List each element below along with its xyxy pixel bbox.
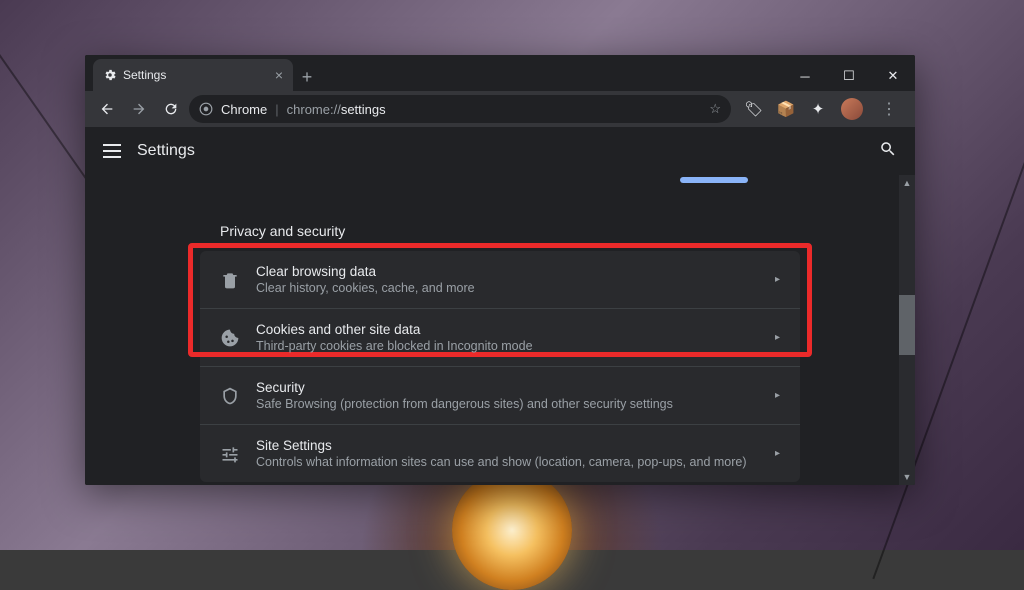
partial-button-fragment [680, 177, 748, 183]
reload-button[interactable] [157, 95, 185, 123]
omnibox[interactable]: Chrome | chrome://settings ☆ [189, 95, 731, 123]
row-title: Site Settings [256, 438, 759, 453]
section-title: Privacy and security [200, 213, 800, 251]
extension-box-icon[interactable]: 📦 [777, 100, 795, 118]
scroll-down-icon[interactable]: ▼ [899, 469, 915, 485]
window-minimize-button[interactable]: ─ [783, 61, 827, 91]
forward-button[interactable] [125, 95, 153, 123]
gear-icon [103, 68, 117, 82]
window-maximize-button[interactable]: ☐ [827, 61, 871, 91]
hamburger-menu-button[interactable] [103, 144, 121, 158]
row-clear-browsing-data[interactable]: Clear browsing data Clear history, cooki… [200, 251, 800, 308]
titlebar: Settings × + ─ ☐ ✕ [85, 55, 915, 91]
chevron-right-icon: ▸ [775, 274, 780, 285]
shield-icon [220, 386, 240, 406]
row-title: Clear browsing data [256, 264, 759, 279]
extension-tag-icon[interactable]: 🏷 [745, 100, 763, 118]
new-tab-button[interactable]: + [293, 63, 321, 91]
omnibox-prefix: chrome:// [287, 102, 341, 117]
chevron-right-icon: ▸ [775, 390, 780, 401]
row-desc: Third-party cookies are blocked in Incog… [256, 339, 759, 353]
trash-icon [220, 270, 240, 290]
settings-content: Privacy and security Clear browsing data… [85, 175, 915, 485]
row-desc: Safe Browsing (protection from dangerous… [256, 397, 759, 411]
browser-toolbar: Chrome | chrome://settings ☆ 🏷 📦 ✦ ⋮ [85, 91, 915, 127]
close-tab-icon[interactable]: × [275, 67, 283, 83]
browser-menu-button[interactable]: ⋮ [877, 99, 901, 119]
row-title: Cookies and other site data [256, 322, 759, 337]
row-title: Security [256, 380, 759, 395]
scroll-up-icon[interactable]: ▲ [899, 175, 915, 191]
scroll-thumb[interactable] [899, 295, 915, 355]
page-title: Settings [137, 142, 195, 160]
scrollbar[interactable]: ▲ ▼ [899, 175, 915, 485]
row-cookies[interactable]: Cookies and other site data Third-party … [200, 308, 800, 366]
row-desc: Controls what information sites can use … [256, 455, 759, 469]
omnibox-scheme: Chrome [221, 102, 267, 117]
omnibox-path: settings [341, 102, 386, 117]
row-security[interactable]: Security Safe Browsing (protection from … [200, 366, 800, 424]
extensions-puzzle-icon[interactable]: ✦ [809, 100, 827, 118]
cookie-icon [220, 328, 240, 348]
sliders-icon [220, 444, 240, 464]
settings-appbar: Settings [85, 127, 915, 175]
chevron-right-icon: ▸ [775, 332, 780, 343]
window-close-button[interactable]: ✕ [871, 61, 915, 91]
chevron-right-icon: ▸ [775, 448, 780, 459]
row-desc: Clear history, cookies, cache, and more [256, 281, 759, 295]
wallpaper-bulb [452, 470, 572, 590]
browser-window: Settings × + ─ ☐ ✕ Chrome | chrome://set… [85, 55, 915, 485]
chrome-icon [199, 102, 213, 116]
settings-search-button[interactable] [879, 140, 897, 163]
profile-avatar[interactable] [841, 98, 863, 120]
bookmark-star-icon[interactable]: ☆ [709, 101, 721, 117]
tab-title: Settings [123, 68, 166, 82]
privacy-security-section: Privacy and security Clear browsing data… [200, 213, 800, 482]
back-button[interactable] [93, 95, 121, 123]
row-site-settings[interactable]: Site Settings Controls what information … [200, 424, 800, 482]
browser-tab-settings[interactable]: Settings × [93, 59, 293, 91]
